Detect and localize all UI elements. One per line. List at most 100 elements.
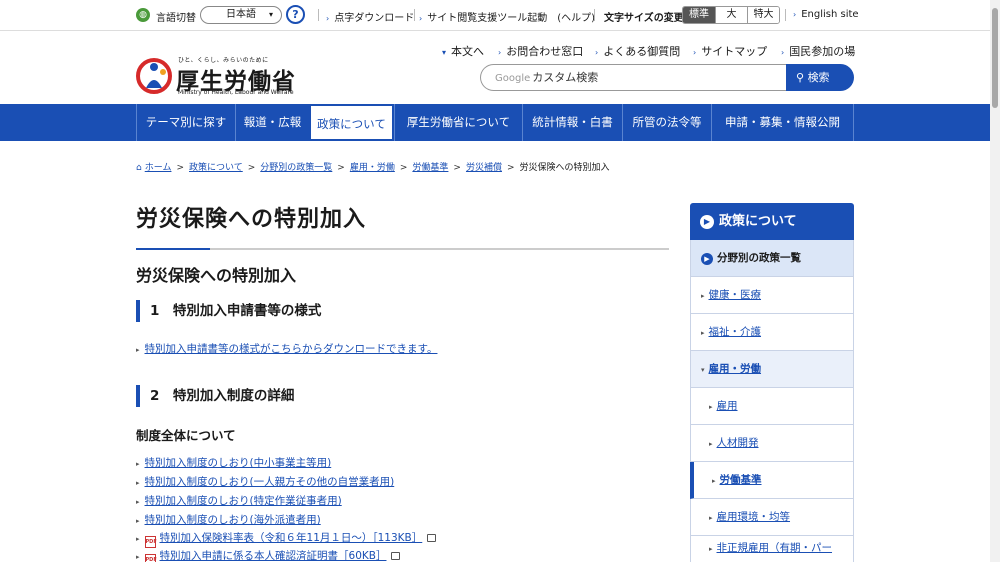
chevron-right-icon: ▶ — [701, 253, 713, 265]
breadcrumb-home[interactable]: ホーム — [145, 163, 172, 173]
divider — [785, 9, 786, 21]
gnav-policy[interactable]: 政策について — [309, 104, 394, 141]
section-heading: 労災保険への特別加入 — [136, 266, 297, 285]
pdf-icon: PDF — [144, 554, 157, 562]
header-link-contact[interactable]: › お問合わせ窓口 — [498, 43, 583, 59]
link-label: よくある御質問 — [603, 45, 681, 58]
gnav-applications[interactable]: 申請・募集・情報公開 — [711, 104, 854, 141]
font-size-switcher: 標準 大 特大 — [682, 6, 780, 24]
sidebar-item-health[interactable]: ▸ 健康・医療 — [690, 277, 854, 314]
breadcrumb-separator: > — [247, 163, 256, 173]
font-size-standard-button[interactable]: 標準 — [683, 7, 715, 23]
link-label: 本文へ — [451, 45, 485, 58]
chevron-right-icon: ▸ — [712, 477, 716, 485]
sidebar-title[interactable]: ▶ 政策について — [690, 203, 854, 240]
sidebar-item-equality[interactable]: ▸ 雇用環境・均等 — [690, 499, 854, 536]
gnav-statistics[interactable]: 統計情報・白書 — [522, 104, 622, 141]
font-size-large-button[interactable]: 大 — [715, 7, 747, 23]
sidebar-item-hr-development[interactable]: ▸ 人材開発 — [690, 425, 854, 462]
sidebar-item-label: 雇用環境・均等 — [716, 511, 791, 523]
pdf-link-id-certificate[interactable]: ▸ PDF 特別加入申請に係る本人確認済証明書［60KB］ — [136, 548, 401, 562]
chevron-right-icon: ▸ — [709, 545, 713, 553]
forms-download-link[interactable]: ▸ 特別加入申請書等の様式がこちらからダウンロードできます。 — [136, 341, 437, 356]
link-label: 特別加入制度のしおり(特定作業従事者用) — [144, 495, 342, 507]
sidebar-item-label: 雇用 — [716, 400, 738, 412]
sidebar-item-label: 非正規雇用（有期・パー — [716, 542, 833, 554]
sidebar: ▶ 政策について ▶ 分野別の政策一覧 ▸ 健康・医療 ▸ 福祉・介護 ▾ 雇用・労働 ▸… — [690, 203, 854, 562]
link-label: サイト閲覧支援ツール起動 (ヘルプ) — [427, 13, 596, 24]
divider — [318, 9, 319, 21]
guide-link-specific-work[interactable]: ▸ 特別加入制度のしおり(特定作業従事者用) — [136, 493, 342, 508]
link-label: 特別加入保険料率表（令和６年11月１日～）［113KB］ — [159, 532, 423, 544]
accessibility-tool-link[interactable]: › サイト閲覧支援ツール起動 (ヘルプ) — [419, 9, 595, 24]
link-label: 点字ダウンロード — [334, 13, 415, 24]
language-label: 言語切替 — [156, 13, 196, 24]
guide-link-sme[interactable]: ▸ 特別加入制度のしおり(中小事業主等用) — [136, 455, 331, 470]
subsection-heading: 制度全体について — [136, 428, 236, 443]
link-label: 特別加入申請書等の様式がこちらからダウンロードできます。 — [144, 343, 438, 355]
scrollbar-thumb[interactable] — [992, 8, 998, 108]
chevron-right-icon: ▸ — [709, 514, 713, 522]
search-button[interactable]: ⚲ 検索 — [786, 64, 854, 91]
breadcrumb-policy[interactable]: 政策について — [189, 163, 243, 173]
header-link-faq[interactable]: › よくある御質問 — [595, 43, 680, 59]
sidebar-title-label: 政策について — [719, 214, 797, 229]
chevron-right-icon: › — [793, 10, 797, 19]
sidebar-item-label: 労働基準 — [719, 474, 762, 486]
chevron-right-icon: ▸ — [136, 517, 140, 525]
header-link-sitemap[interactable]: › サイトマップ — [693, 43, 767, 59]
link-label: お問合わせ窓口 — [506, 45, 584, 58]
breadcrumb-labor-standards[interactable]: 労働基準 — [412, 163, 448, 173]
divider — [594, 9, 595, 21]
breadcrumb-employment[interactable]: 雇用・労働 — [350, 163, 395, 173]
scrollbar[interactable] — [990, 0, 1000, 562]
gnav-laws[interactable]: 所管の法令等 — [622, 104, 711, 141]
chevron-right-icon: ▶ — [700, 215, 714, 229]
link-label: 特別加入制度のしおり(中小事業主等用) — [144, 457, 332, 469]
sidebar-category[interactable]: ▶ 分野別の政策一覧 — [690, 240, 854, 277]
chevron-right-icon: › — [693, 48, 697, 57]
link-label: English site — [801, 9, 859, 20]
gnav-press[interactable]: 報道・広報 — [235, 104, 309, 141]
font-size-xlarge-button[interactable]: 特大 — [747, 7, 779, 23]
header-link-participation[interactable]: › 国民参加の場 — [781, 43, 855, 59]
new-window-icon — [391, 552, 401, 560]
breadcrumb-separator: > — [176, 163, 184, 173]
search-input[interactable]: Google カスタム検索 — [480, 64, 788, 91]
divider — [414, 9, 415, 21]
guide-link-overseas[interactable]: ▸ 特別加入制度のしおり(海外派遣者用) — [136, 512, 321, 527]
chevron-right-icon: › — [419, 14, 423, 23]
breadcrumb-compensation[interactable]: 労災補償 — [466, 163, 502, 173]
english-site-link[interactable]: › English site — [793, 9, 859, 20]
page-title: 労災保険への特別加入 — [136, 207, 367, 232]
language-select-value: 日本語 — [226, 9, 256, 20]
chevron-right-icon: › — [781, 48, 785, 57]
sidebar-item-labor-standards[interactable]: ▸ 労働基準 — [690, 462, 854, 499]
help-icon[interactable]: ? — [286, 5, 305, 24]
sidebar-item-jobs[interactable]: ▸ 雇用 — [690, 388, 854, 425]
chevron-right-icon: ▸ — [136, 346, 140, 354]
pdf-link-premium-rates[interactable]: ▸ PDF 特別加入保険料率表（令和６年11月１日～）［113KB］ — [136, 530, 437, 548]
language-select[interactable]: 日本語 ▾ — [200, 6, 282, 24]
sidebar-item-label: 福祉・介護 — [708, 326, 762, 338]
sidebar-item-nonregular[interactable]: ▸ 非正規雇用（有期・パー — [690, 536, 854, 562]
braille-download-link[interactable]: › 点字ダウンロード — [326, 9, 414, 24]
chevron-down-icon: ▾ — [268, 10, 273, 19]
breadcrumb: ⌂ ホーム > 政策について > 分野別の政策一覧 > 雇用・労働 > 労働基準 > 労災補償 > 労災保… — [136, 160, 610, 173]
chevron-down-icon: ▾ — [701, 366, 705, 374]
sidebar-item-employment[interactable]: ▾ 雇用・労働 — [690, 351, 854, 388]
sidebar-item-welfare[interactable]: ▸ 福祉・介護 — [690, 314, 854, 351]
guide-link-self-employed[interactable]: ▸ 特別加入制度のしおり(一人親方その他の自営業者用) — [136, 474, 394, 489]
mhlw-logo-icon[interactable] — [136, 58, 172, 94]
gnav-about[interactable]: 厚生労働省について — [394, 104, 522, 141]
search-bar: Google カスタム検索 ⚲ 検索 — [480, 64, 854, 91]
gnav-theme[interactable]: テーマ別に探す — [136, 104, 235, 141]
link-label: サイトマップ — [701, 45, 768, 58]
breadcrumb-policy-list[interactable]: 分野別の政策一覧 — [260, 163, 332, 173]
font-size-label: 文字サイズの変更 — [604, 13, 684, 24]
sidebar-item-label: 健康・医療 — [708, 289, 762, 301]
title-underline — [136, 248, 669, 250]
title-underline-accent — [136, 248, 210, 250]
chevron-right-icon: ▸ — [701, 329, 705, 337]
header-link-skip[interactable]: ▾ 本文へ — [442, 43, 484, 59]
